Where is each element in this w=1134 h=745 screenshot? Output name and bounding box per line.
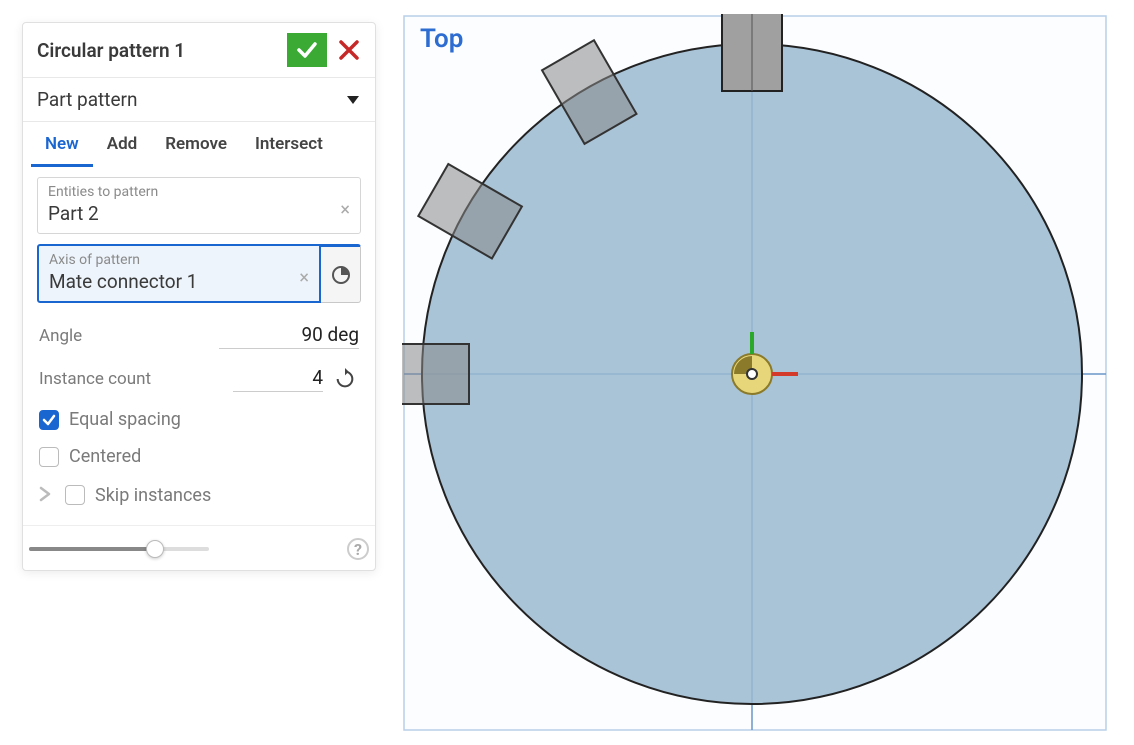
equal-spacing-label: Equal spacing (69, 409, 181, 430)
mate-connector-icon (330, 264, 352, 286)
boolean-tabs: New Add Remove Intersect (23, 122, 375, 167)
slider-handle[interactable] (146, 540, 164, 558)
dialog-header: Circular pattern 1 (23, 23, 375, 78)
pattern-instance[interactable] (402, 344, 469, 404)
chevron-down-icon (347, 96, 359, 104)
axis-value: Mate connector 1 (49, 270, 309, 293)
entities-value: Part 2 (48, 202, 350, 225)
angle-input[interactable]: 90 deg (219, 323, 359, 349)
axis-label: Axis of pattern (49, 252, 309, 268)
tab-add[interactable]: Add (93, 122, 152, 167)
tab-intersect[interactable]: Intersect (241, 122, 337, 167)
view-orientation-label: Top (420, 24, 463, 54)
tab-remove[interactable]: Remove (151, 122, 241, 167)
entities-field[interactable]: Entities to pattern Part 2 × (37, 177, 361, 234)
clear-entities-button[interactable]: × (340, 199, 350, 220)
pattern-type-dropdown[interactable]: Part pattern (23, 78, 375, 122)
opacity-slider[interactable] (29, 547, 209, 551)
feature-dialog: Circular pattern 1 Part pattern New Add … (22, 22, 376, 571)
confirm-button[interactable] (287, 33, 327, 67)
entities-label: Entities to pattern (48, 184, 350, 200)
flip-direction-button[interactable] (331, 365, 359, 393)
tab-new[interactable]: New (31, 122, 93, 167)
check-icon (42, 413, 56, 427)
graphics-viewport[interactable]: Top (402, 14, 1108, 732)
pattern-seed-part[interactable] (722, 14, 782, 91)
close-icon (338, 39, 360, 61)
instance-count-input[interactable]: 4 (233, 366, 323, 392)
rotate-icon (334, 368, 356, 390)
help-button[interactable]: ? (347, 538, 369, 560)
axis-field[interactable]: Axis of pattern Mate connector 1 × (37, 244, 321, 303)
check-icon (295, 38, 319, 62)
mate-connector-button[interactable] (321, 244, 361, 303)
clear-axis-button[interactable]: × (299, 267, 309, 288)
skip-instances-label: Skip instances (95, 485, 211, 506)
angle-label: Angle (39, 326, 82, 346)
equal-spacing-checkbox[interactable] (39, 410, 59, 430)
skip-instances-checkbox[interactable] (65, 485, 85, 505)
pattern-type-label: Part pattern (37, 88, 138, 111)
cancel-button[interactable] (335, 36, 363, 64)
instance-count-label: Instance count (39, 369, 151, 389)
centered-label: Centered (69, 446, 141, 467)
dialog-title: Circular pattern 1 (37, 39, 185, 62)
centered-checkbox[interactable] (39, 447, 59, 467)
expand-skip-instances[interactable] (39, 483, 55, 507)
